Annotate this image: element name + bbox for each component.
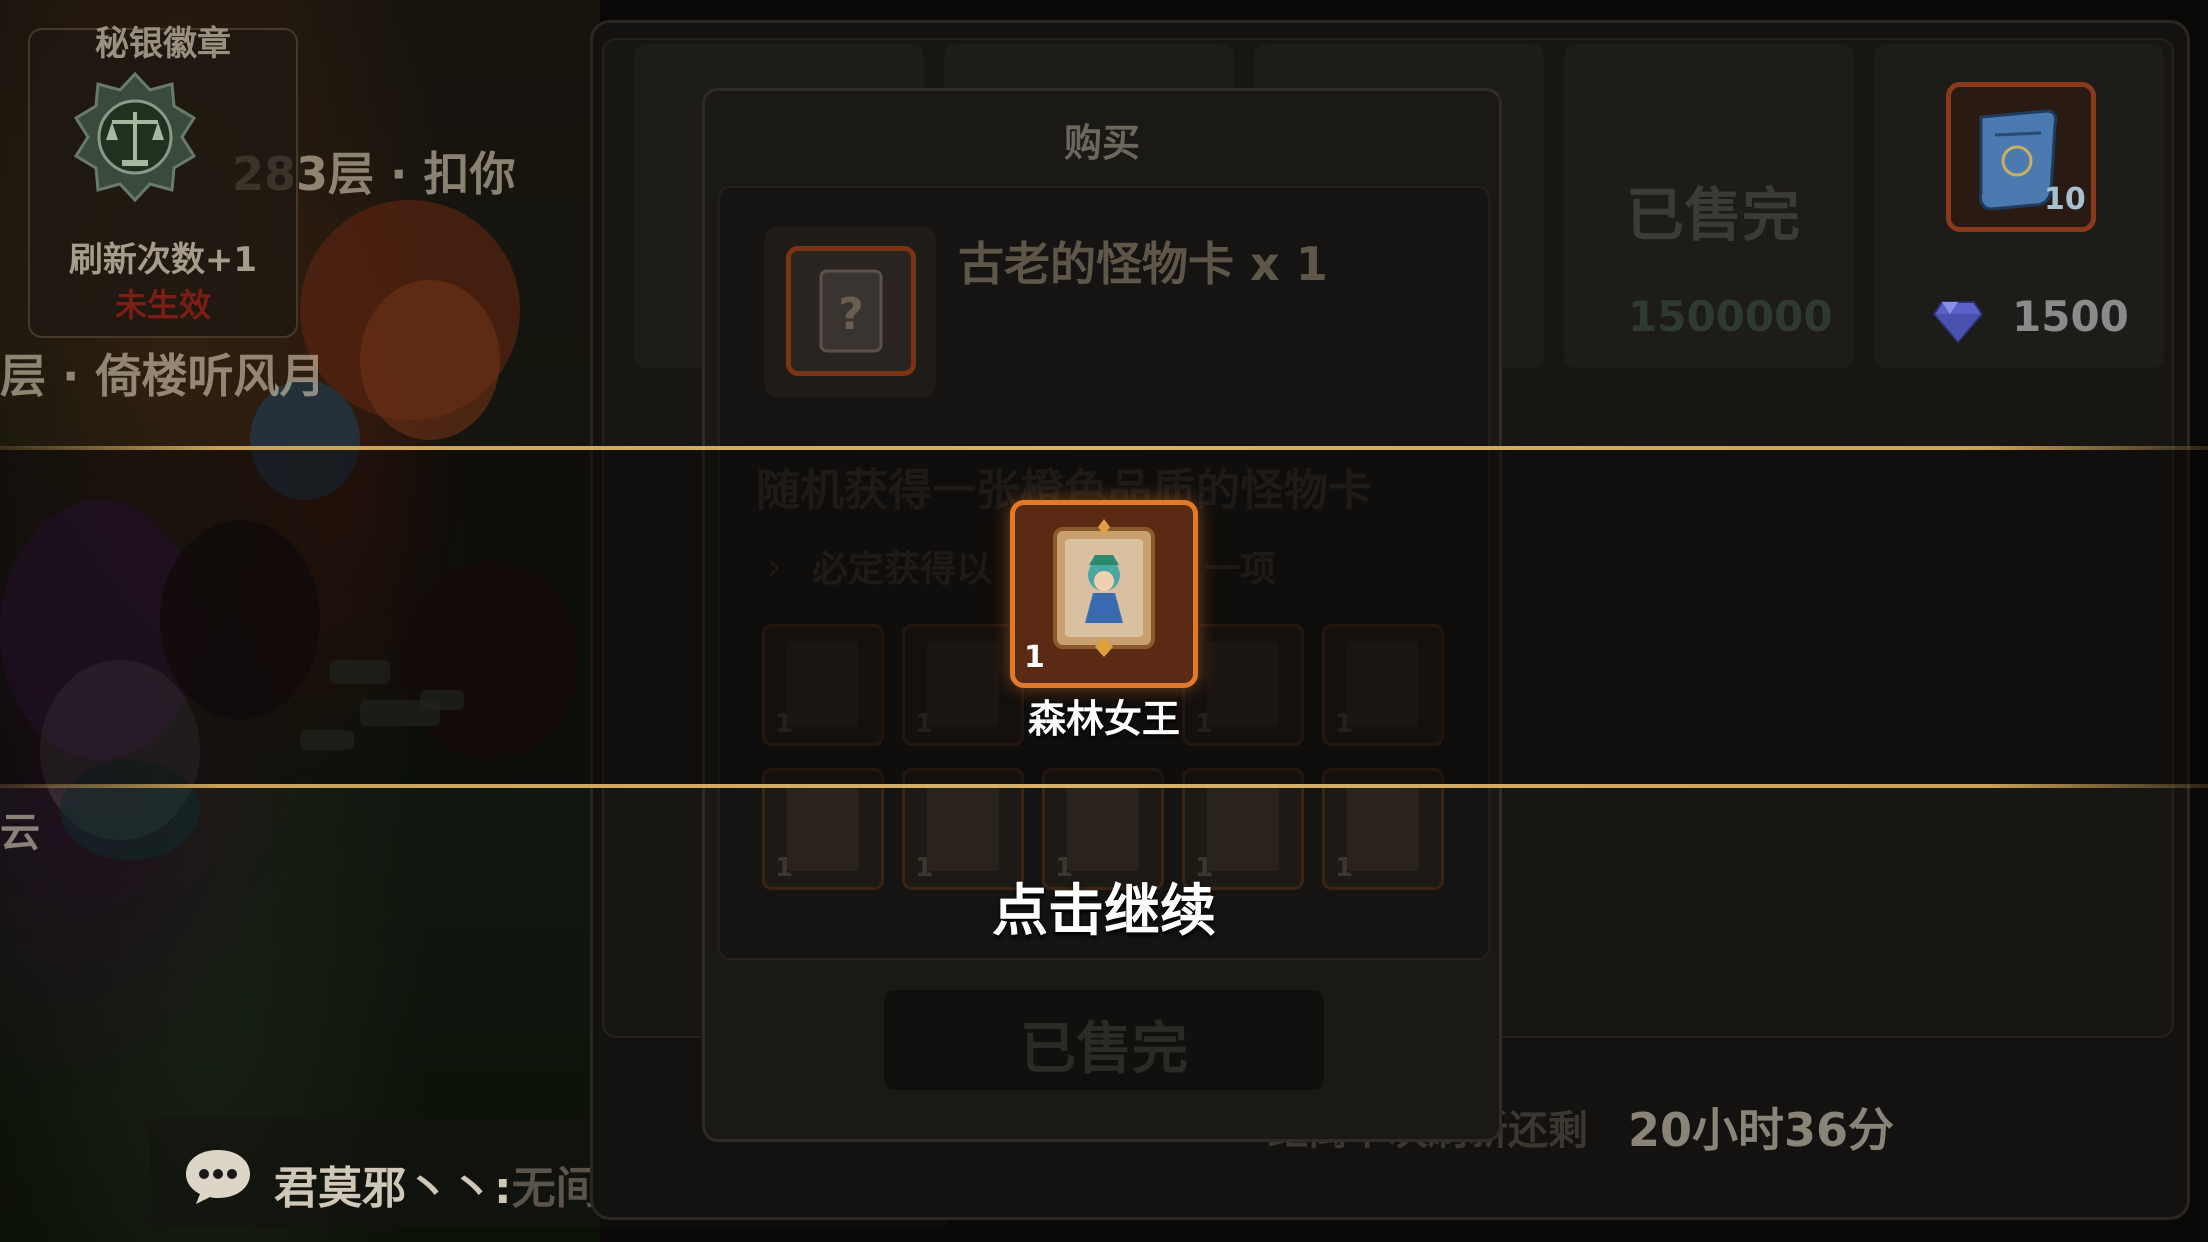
svg-text:?: ? <box>838 289 864 340</box>
shop-item-sold-out: 已售完 <box>1626 181 1801 249</box>
refresh-countdown-time: 20小时36分 <box>1628 1103 1895 1157</box>
sold-out-button-label: 已售完 <box>1020 1017 1188 1082</box>
scroll-item-price: 1500 <box>2012 292 2129 341</box>
card-qty: 1 <box>1335 853 1354 883</box>
floor-label-current: 层 · 倚楼听风月 <box>0 349 326 403</box>
badge-refresh-bonus: 刷新次数+1 <box>68 240 258 280</box>
tap-to-continue-label[interactable]: 点击继续 <box>904 866 1304 947</box>
diamond-icon <box>1932 301 1984 344</box>
mystery-card-icon: ? <box>786 246 916 376</box>
reward-card-quantity: 1 <box>1024 640 1045 675</box>
badge-status: 未生效 <box>114 286 211 324</box>
balance-scale-emblem-icon <box>73 71 197 203</box>
scroll-item-quantity: 10 <box>2044 182 2086 217</box>
chat-sender: 君莫邪丶丶: <box>274 1163 512 1214</box>
floor-label-lower: 云 <box>0 810 40 856</box>
reward-card-name: 森林女王 <box>1027 697 1180 741</box>
reward-banner-bottom-line <box>0 784 2208 788</box>
item-name: 古老的怪物卡 x 1 <box>958 237 1328 291</box>
speech-bubble-icon[interactable] <box>182 1146 254 1206</box>
dialog-title: 购买 <box>1063 121 1140 165</box>
reward-banner-top-line <box>0 446 2208 450</box>
card-qty: 1 <box>775 853 794 883</box>
badge-title: 秘银徽章 <box>95 24 231 64</box>
shop-item-price-sold: 1500000 <box>1628 292 1833 341</box>
